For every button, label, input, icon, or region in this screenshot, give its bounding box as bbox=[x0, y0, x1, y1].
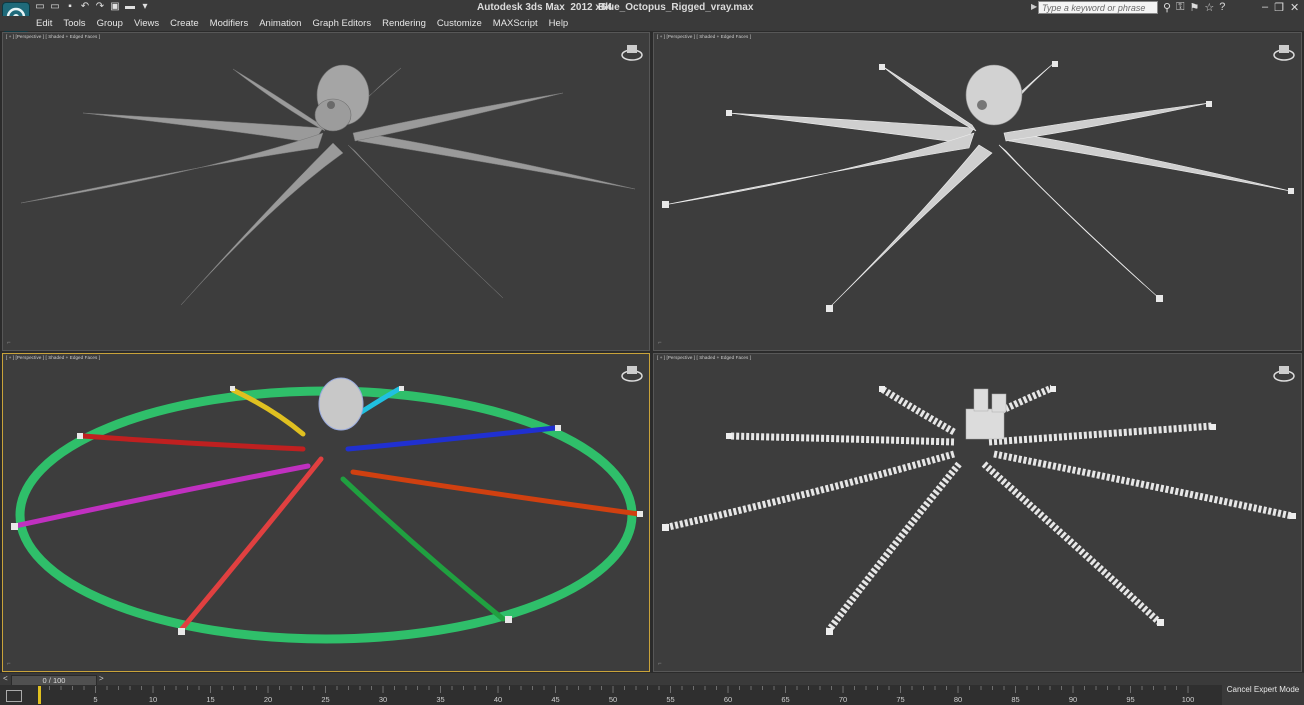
octopus-wireframe-model bbox=[662, 61, 1294, 312]
axis-gizmo: ⌐ bbox=[658, 340, 662, 346]
ruler-tick-label: 80 bbox=[954, 695, 962, 704]
save-icon[interactable]: ▪ bbox=[64, 1, 76, 13]
open-file-icon[interactable]: ▭ bbox=[49, 1, 61, 13]
quick-access-toolbar: ▭ ▭ ▪ ↶ ↷ ▣ ▬ ▾ bbox=[34, 1, 151, 15]
ruler-tick-label: 25 bbox=[321, 695, 329, 704]
ruler-tick-label: 55 bbox=[666, 695, 674, 704]
infocenter-icons: ⚲ ⚿ ⚑ ☆ ? bbox=[1163, 1, 1225, 14]
ruler-tick-label: 65 bbox=[781, 695, 789, 704]
ruler-tick-label: 40 bbox=[494, 695, 502, 704]
ruler-tick-label: 90 bbox=[1069, 695, 1077, 704]
menu-bar: Edit Tools Group Views Create Modifiers … bbox=[0, 16, 1304, 31]
viewport-bottom-left[interactable]: [ + ] [Perspective ] [ Shaded + Edged Fa… bbox=[2, 353, 650, 672]
menu-help[interactable]: Help bbox=[549, 17, 569, 30]
frame-ruler[interactable]: 0510152025303540455055606570758085909510… bbox=[38, 686, 1220, 704]
restore-icon[interactable]: ❐ bbox=[1274, 1, 1284, 14]
menu-customize[interactable]: Customize bbox=[437, 17, 482, 30]
hold-icon[interactable]: ▣ bbox=[109, 1, 121, 13]
menu-views[interactable]: Views bbox=[134, 17, 159, 30]
octopus-rig-model bbox=[11, 377, 643, 644]
axis-gizmo: ⌐ bbox=[7, 340, 11, 346]
title-bar: ▭ ▭ ▪ ↶ ↷ ▣ ▬ ▾ Autodesk 3ds Max 2012 x6… bbox=[0, 0, 1304, 16]
menu-group[interactable]: Group bbox=[97, 17, 123, 30]
ruler-tick-label: 10 bbox=[149, 695, 157, 704]
octopus-shaded-model bbox=[20, 64, 636, 306]
ruler-tick-label: 35 bbox=[436, 695, 444, 704]
star-icon[interactable]: ☆ bbox=[1204, 1, 1214, 14]
ruler-tick-label: 70 bbox=[839, 695, 847, 704]
viewport-bottom-right[interactable]: [ + ] [Perspective ] [ Shaded + Edged Fa… bbox=[653, 353, 1302, 672]
menu-modifiers[interactable]: Modifiers bbox=[210, 17, 249, 30]
close-icon[interactable]: ✕ bbox=[1290, 1, 1299, 14]
ruler-tick-label: 50 bbox=[609, 695, 617, 704]
ruler-tick-label: 20 bbox=[264, 695, 272, 704]
chevron-right-icon[interactable]: > bbox=[99, 674, 104, 683]
current-frame-marker[interactable] bbox=[38, 686, 41, 704]
menu-edit[interactable]: Edit bbox=[36, 17, 52, 30]
undo-icon[interactable]: ↶ bbox=[79, 1, 91, 13]
minimize-icon[interactable]: – bbox=[1262, 1, 1268, 14]
menu-maxscript[interactable]: MAXScript bbox=[493, 17, 538, 30]
menu-rendering[interactable]: Rendering bbox=[382, 17, 426, 30]
key-icon[interactable]: ⚿ bbox=[1176, 1, 1184, 14]
binoculars-icon[interactable]: ⚲ bbox=[1163, 1, 1171, 14]
chevron-right-icon[interactable]: ▶ bbox=[1031, 2, 1037, 11]
help-icon[interactable]: ? bbox=[1219, 1, 1225, 14]
axis-gizmo: ⌐ bbox=[658, 661, 662, 667]
menu-tools[interactable]: Tools bbox=[63, 17, 85, 30]
project-folder-icon[interactable]: ▬ bbox=[124, 1, 136, 13]
axis-gizmo: ⌐ bbox=[7, 661, 11, 667]
redo-icon[interactable]: ↷ bbox=[94, 1, 106, 13]
viewport-top-left[interactable]: [ + ] [Perspective ] [ Shaded + Edged Fa… bbox=[2, 32, 650, 351]
ruler-tick-label: 5 bbox=[93, 695, 97, 704]
chevron-down-icon[interactable]: ▾ bbox=[139, 1, 151, 13]
ruler-tick-label: 60 bbox=[724, 695, 732, 704]
search-input[interactable]: Type a keyword or phrase bbox=[1038, 1, 1158, 14]
time-slider-bar bbox=[0, 673, 1304, 685]
octopus-bones-model bbox=[662, 384, 1296, 635]
app-title: Autodesk 3ds Max 2012 x64 bbox=[477, 2, 613, 13]
menu-graph-editors[interactable]: Graph Editors bbox=[312, 17, 371, 30]
ruler-tick-label: 30 bbox=[379, 695, 387, 704]
ruler-tick-label: 75 bbox=[896, 695, 904, 704]
chevron-left-icon[interactable]: < bbox=[3, 674, 8, 683]
file-name: Blue_Octopus_Rigged_vray.max bbox=[598, 2, 754, 13]
menu-create[interactable]: Create bbox=[170, 17, 199, 30]
ruler-tick-label: 15 bbox=[206, 695, 214, 704]
curve-editor-icon[interactable] bbox=[6, 690, 22, 702]
cancel-expert-mode-button[interactable]: Cancel Expert Mode bbox=[1222, 682, 1304, 705]
ruler-tick-label: 100 bbox=[1182, 695, 1195, 704]
ruler-tick-label: 95 bbox=[1126, 695, 1134, 704]
subscription-icon[interactable]: ⚑ bbox=[1189, 1, 1199, 14]
menu-animation[interactable]: Animation bbox=[259, 17, 301, 30]
new-file-icon[interactable]: ▭ bbox=[34, 1, 46, 13]
ruler-tick-label: 85 bbox=[1011, 695, 1019, 704]
viewport-top-right[interactable]: [ + ] [Perspective ] [ Shaded + Edged Fa… bbox=[653, 32, 1302, 351]
ruler-tick-label: 45 bbox=[551, 695, 559, 704]
window-controls: – ❐ ✕ bbox=[1262, 1, 1299, 14]
